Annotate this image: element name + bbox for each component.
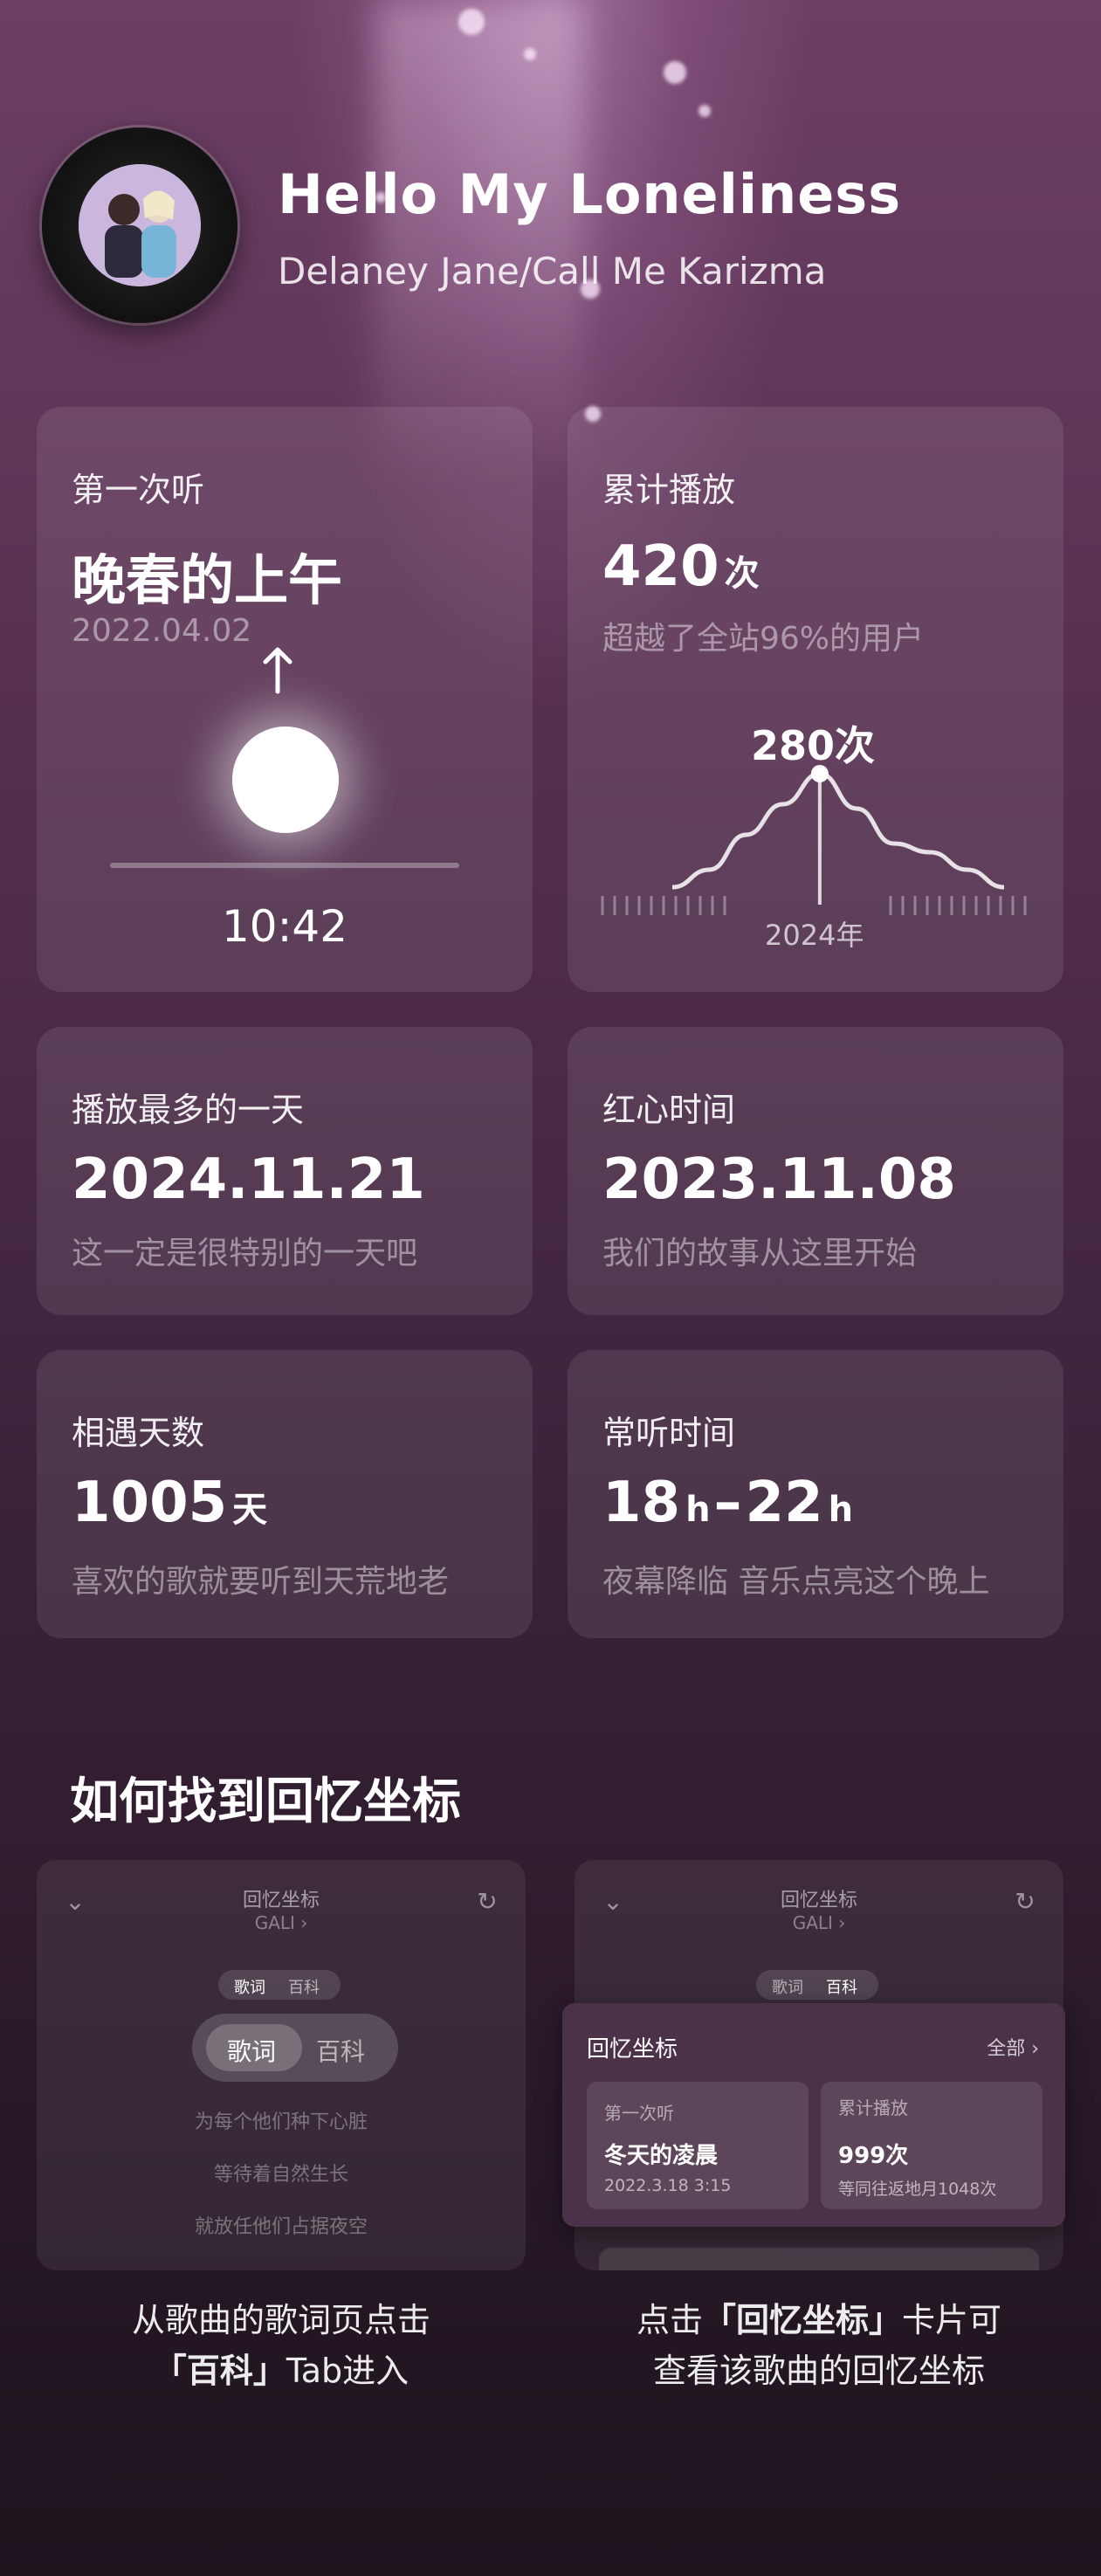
days-met-sub: 喜欢的歌就要听到天荒地老 [72,1564,450,1600]
coordinates-panel[interactable]: 回忆坐标 全部 › 第一次听 冬天的凌晨 2022.3.18 3:15 累计播放… [562,2003,1065,2227]
tab-wiki-small: 百科 [826,1979,857,1997]
days-met-number: 1005 [72,1471,228,1535]
caption-line: 「百科」Tab进入 [37,2345,526,2396]
unit-h: h [828,1490,854,1530]
card-label: 播放最多的一天 [72,1091,305,1129]
mini-card-value: 冬天的凌晨 [604,2143,719,2169]
card-label: 累计播放 [602,471,736,509]
plays-curve-line [671,771,1005,890]
tab-wiki-small: 百科 [288,1979,320,1997]
sun-icon [232,727,339,833]
first-listen-card[interactable]: 第一次听 晚春的上午 2022.04.02 10:42 [37,407,533,992]
lyric-line: 就放任他们占据夜空 [194,2216,368,2238]
plays-curve-chart [601,765,1027,915]
bracket: 「 [702,2301,736,2339]
panel-title: 回忆坐标 [587,2036,678,2063]
card-label: 相遇天数 [72,1414,205,1452]
most-played-day-sub: 这一定是很特别的一天吧 [72,1236,418,1271]
first-listen-date: 2022.04.02 [72,613,252,649]
mini-screen-title: 回忆坐标 [780,1890,857,1911]
listen-time-value: 18 h–22 h [602,1471,853,1535]
caption-line: 查看该歌曲的回忆坐标 [652,2352,985,2390]
peak-year-label: 2024年 [765,919,864,952]
song-title: Hello My Loneliness [278,162,902,226]
mini-card-label: 累计播放 [838,2097,908,2118]
tab-lyrics-small: 歌词 [234,1979,265,1997]
mini-screen-title: 回忆坐标 [242,1890,320,1911]
days-met-unit: 天 [232,1490,268,1530]
heart-time-sub: 我们的故事从这里开始 [602,1236,918,1271]
total-plays-rank: 超越了全站96%的用户 [602,621,925,657]
caption-line: 从歌曲的歌词页点击 [131,2301,430,2339]
card-label: 第一次听 [72,471,205,509]
listen-time-to: 22 [745,1471,823,1535]
album-disc[interactable] [42,127,237,323]
listen-time-card[interactable]: 常听时间 18 h–22 h 夜幕降临 音乐点亮这个晚上 [568,1350,1063,1638]
guide-screenshot-lyrics: ⌄ ↻ 回忆坐标 GALI › 歌词 百科 歌词 百科 为每个他们种下心脏 等待… [37,1860,526,2270]
guide-caption-left: 从歌曲的歌词页点击 「百科」Tab进入 [37,2295,526,2396]
most-played-day-card[interactable]: 播放最多的一天 2024.11.21 这一定是很特别的一天吧 [37,1027,533,1315]
album-cover-art [79,164,201,286]
listen-time-sub: 夜幕降临 音乐点亮这个晚上 [602,1564,990,1600]
guide-title: 如何找到回忆坐标 [70,1774,461,1830]
sparkle [664,61,686,84]
card-label: 红心时间 [602,1091,736,1129]
artist-name[interactable]: Delaney Jane/Call Me Karizma [278,250,826,293]
card-label: 常听时间 [602,1414,736,1452]
caption-line: 点击「回忆坐标」卡片可 [575,2295,1063,2345]
lyric-line: 为每个他们种下心脏 [194,2111,368,2133]
tab-lyrics: 歌词 [227,2037,277,2066]
total-plays-value: 420 次 [602,534,760,599]
caption-bold: 百科 [186,2352,253,2390]
arrow-up-icon [260,643,295,695]
caption-bold: 回忆坐标 [735,2301,869,2339]
listen-time-from: 18 [602,1471,681,1535]
panel-all-link[interactable]: 全部 › [987,2033,1039,2061]
caption-text: 卡片可 [902,2301,1002,2339]
heart-time-card[interactable]: 红心时间 2023.11.08 我们的故事从这里开始 [568,1027,1063,1315]
sparkle [458,9,485,35]
tab-switch-small: 歌词 百科 [218,1970,341,2000]
first-listen-value: 晚春的上午 [72,548,343,612]
sparkle [698,105,711,117]
guide-caption-right: 点击「回忆坐标」卡片可 查看该歌曲的回忆坐标 [575,2295,1063,2396]
bracket: 「 [153,2352,187,2390]
first-listen-time: 10:42 [221,901,348,952]
bottom-sheet-stub [599,2248,1039,2270]
sparkle [524,48,536,60]
dash: – [713,1471,742,1535]
mini-screen-sub: GALI › [792,1912,846,1933]
days-met-value: 1005 天 [72,1471,267,1535]
mini-card-label: 第一次听 [604,2103,674,2124]
tab-switch-small: 歌词 百科 [756,1970,878,2000]
days-met-card[interactable]: 相遇天数 1005 天 喜欢的歌就要听到天荒地老 [37,1350,533,1638]
most-played-day-value: 2024.11.21 [72,1147,425,1212]
lyric-line: 等待着自然生长 [213,2164,348,2186]
total-plays-number: 420 [602,534,719,599]
bracket: 」 [869,2301,903,2339]
timeline-track [110,863,459,868]
mini-card-value: 999次 [838,2143,909,2169]
heart-time-value: 2023.11.08 [602,1147,956,1212]
mini-card-total-plays[interactable]: 累计播放 999次 等同往返地月1048次 [821,2082,1043,2209]
tab-wiki: 百科 [316,2037,366,2066]
mini-screen-sub: GALI › [254,1912,308,1933]
total-plays-card[interactable]: 累计播放 420 次 超越了全站96%的用户 280次 2024年 [568,407,1063,992]
mini-card-sub: 等同往返地月1048次 [838,2180,997,2199]
mini-card-sub: 2022.3.18 3:15 [604,2176,732,2195]
caption-text: Tab进入 [286,2352,409,2390]
tab-switch-zoomed: 歌词 百科 [192,2014,398,2082]
mini-card-first-listen[interactable]: 第一次听 冬天的凌晨 2022.3.18 3:15 [587,2082,809,2209]
total-plays-unit: 次 [724,554,760,594]
caption-text: 点击 [636,2301,703,2339]
tab-lyrics-small: 歌词 [772,1979,803,1997]
unit-h: h [685,1490,711,1530]
bracket: 」 [252,2352,286,2390]
peak-point [810,765,829,782]
